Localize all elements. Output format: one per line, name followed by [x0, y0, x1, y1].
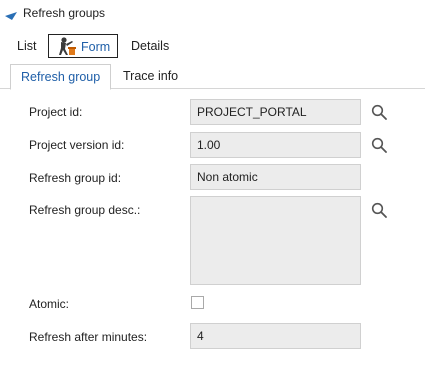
project-version-id-label: Project version id: [29, 138, 125, 152]
refresh-group-id-field[interactable]: Non atomic [190, 164, 361, 190]
window-header: Refresh groups [0, 0, 425, 28]
refresh-after-minutes-field[interactable]: 4 [190, 323, 361, 349]
refresh-group-desc-search-icon[interactable] [371, 202, 387, 221]
refresh-after-minutes-label: Refresh after minutes: [29, 330, 148, 344]
project-id-label: Project id: [29, 105, 83, 119]
window-title: Refresh groups [23, 6, 106, 20]
sub-tabs: Refresh group Trace info [0, 64, 425, 90]
refresh-group-id-label: Refresh group id: [29, 171, 122, 185]
project-id-field[interactable]: PROJECT_PORTAL [190, 99, 361, 125]
project-version-id-field[interactable]: 1.00 [190, 132, 361, 158]
tab-form-label: Form [81, 40, 111, 54]
tab-form[interactable]: Form [48, 34, 118, 58]
subtab-trace-info[interactable]: Trace info [113, 64, 188, 90]
refresh-group-desc-label: Refresh group desc.: [29, 203, 141, 217]
subtab-refresh-group[interactable]: Refresh group [10, 64, 112, 90]
project-version-id-search-icon[interactable] [371, 137, 387, 156]
worker-icon [55, 36, 77, 64]
refresh-group-desc-field[interactable] [190, 196, 361, 285]
atomic-label: Atomic: [29, 297, 70, 311]
atomic-checkbox[interactable] [191, 296, 204, 309]
collapse-triangle-icon[interactable] [5, 9, 17, 23]
view-tabs: List Form Details [0, 34, 425, 60]
tab-details[interactable]: Details [131, 34, 169, 58]
project-id-search-icon[interactable] [371, 104, 387, 123]
tab-list[interactable]: List [17, 34, 36, 58]
